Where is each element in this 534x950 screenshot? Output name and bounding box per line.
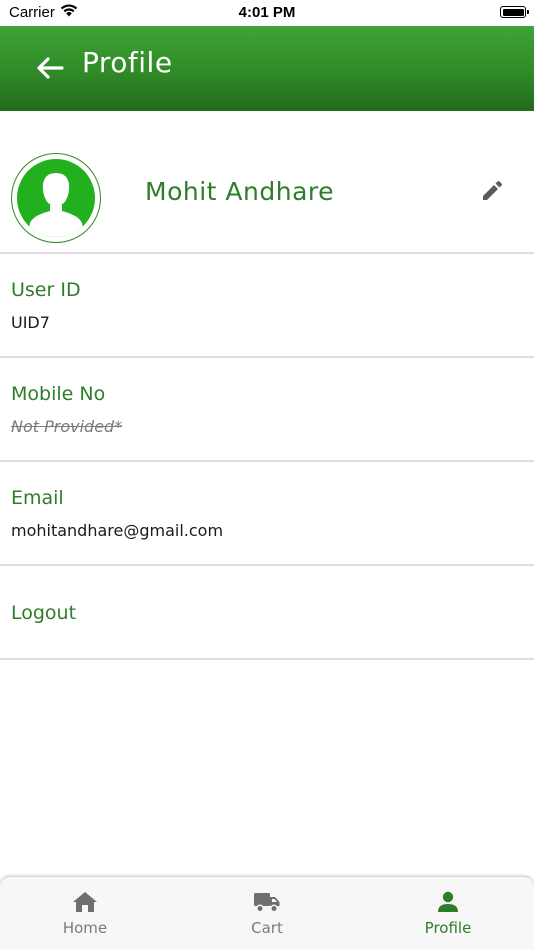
- divider: [0, 460, 534, 462]
- divider: [0, 252, 534, 254]
- user-icon: [438, 891, 458, 912]
- tab-home[interactable]: Home: [25, 889, 145, 937]
- user-id-label: User ID: [11, 279, 81, 301]
- arrow-left-icon: [37, 57, 64, 79]
- battery-icon: [500, 6, 529, 18]
- tab-home-label: Home: [62, 919, 108, 937]
- logout-button[interactable]: Logout: [11, 602, 76, 624]
- tab-cart[interactable]: Cart: [207, 889, 327, 937]
- tab-profile-label: Profile: [424, 919, 472, 937]
- divider: [0, 564, 534, 566]
- avatar: [11, 153, 101, 243]
- tab-bar: Home Cart Profile: [0, 877, 534, 950]
- edit-profile-button[interactable]: [478, 177, 506, 205]
- user-id-value: UID7: [11, 313, 50, 332]
- email-value: mohitandhare@gmail.com: [11, 521, 224, 540]
- pencil-icon: [483, 181, 502, 200]
- back-button[interactable]: [30, 48, 70, 88]
- email-label: Email: [11, 487, 64, 509]
- page-title: Profile: [82, 46, 173, 79]
- user-silhouette-icon: [27, 173, 85, 237]
- app-bar: Profile: [0, 26, 534, 111]
- status-time: 4:01 PM: [238, 4, 296, 21]
- truck-icon: [254, 893, 280, 913]
- profile-name: Mohit Andhare: [145, 177, 334, 206]
- mobile-label: Mobile No: [11, 383, 106, 405]
- tab-cart-label: Cart: [251, 919, 283, 937]
- divider: [0, 658, 534, 660]
- tab-profile[interactable]: Profile: [388, 889, 508, 937]
- home-icon: [73, 892, 97, 912]
- status-bar: Carrier 4:01 PM: [0, 0, 534, 26]
- divider: [0, 356, 534, 358]
- mobile-value: Not Provided*: [11, 417, 123, 436]
- profile-header: Mohit Andhare: [0, 111, 534, 253]
